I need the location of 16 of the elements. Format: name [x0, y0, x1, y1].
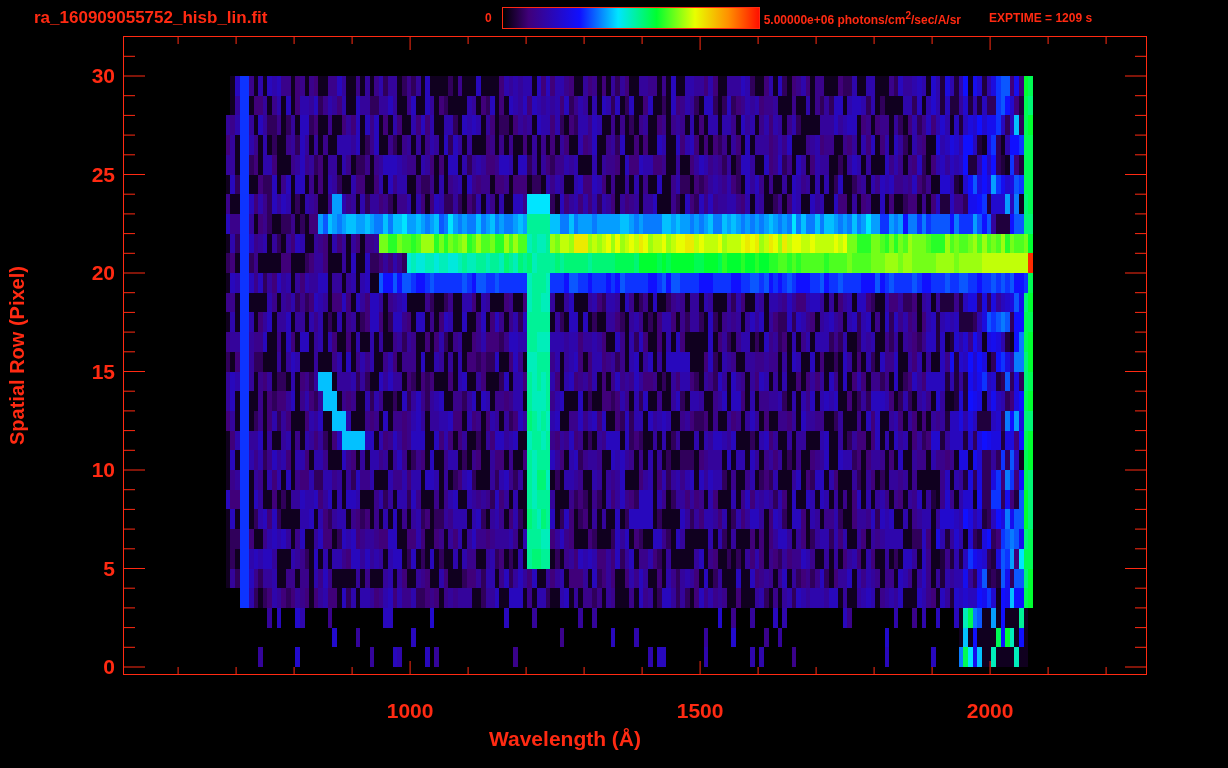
y-tick-label: 15 — [91, 359, 115, 384]
y-tick-label: 30 — [91, 64, 115, 88]
x-tick-label: 2000 — [966, 699, 1014, 723]
x-tick-label: 1000 — [386, 699, 434, 723]
y-tick-label: 25 — [91, 162, 115, 187]
file-title: ra_160909055752_hisb_lin.fit — [34, 8, 269, 28]
y-tick-label: 10 — [91, 458, 115, 482]
y-tick-label: 5 — [103, 556, 115, 581]
y-axis-title: Spatial Row (Pixel) — [5, 266, 29, 445]
colorbar-min-label: 0 — [485, 11, 492, 25]
y-tick-label: 20 — [91, 261, 115, 285]
x-tick-label: 1500 — [676, 699, 724, 723]
colorbar-max-label: 5.00000e+06 photons/cm$^{2}$/sec/A/sr — [763, 9, 962, 27]
exposure-time: EXPTIME = 1209 s — [989, 11, 1093, 25]
x-axis-title: Wavelength (Å) — [488, 727, 642, 752]
y-tick-label: 0 — [103, 655, 115, 679]
